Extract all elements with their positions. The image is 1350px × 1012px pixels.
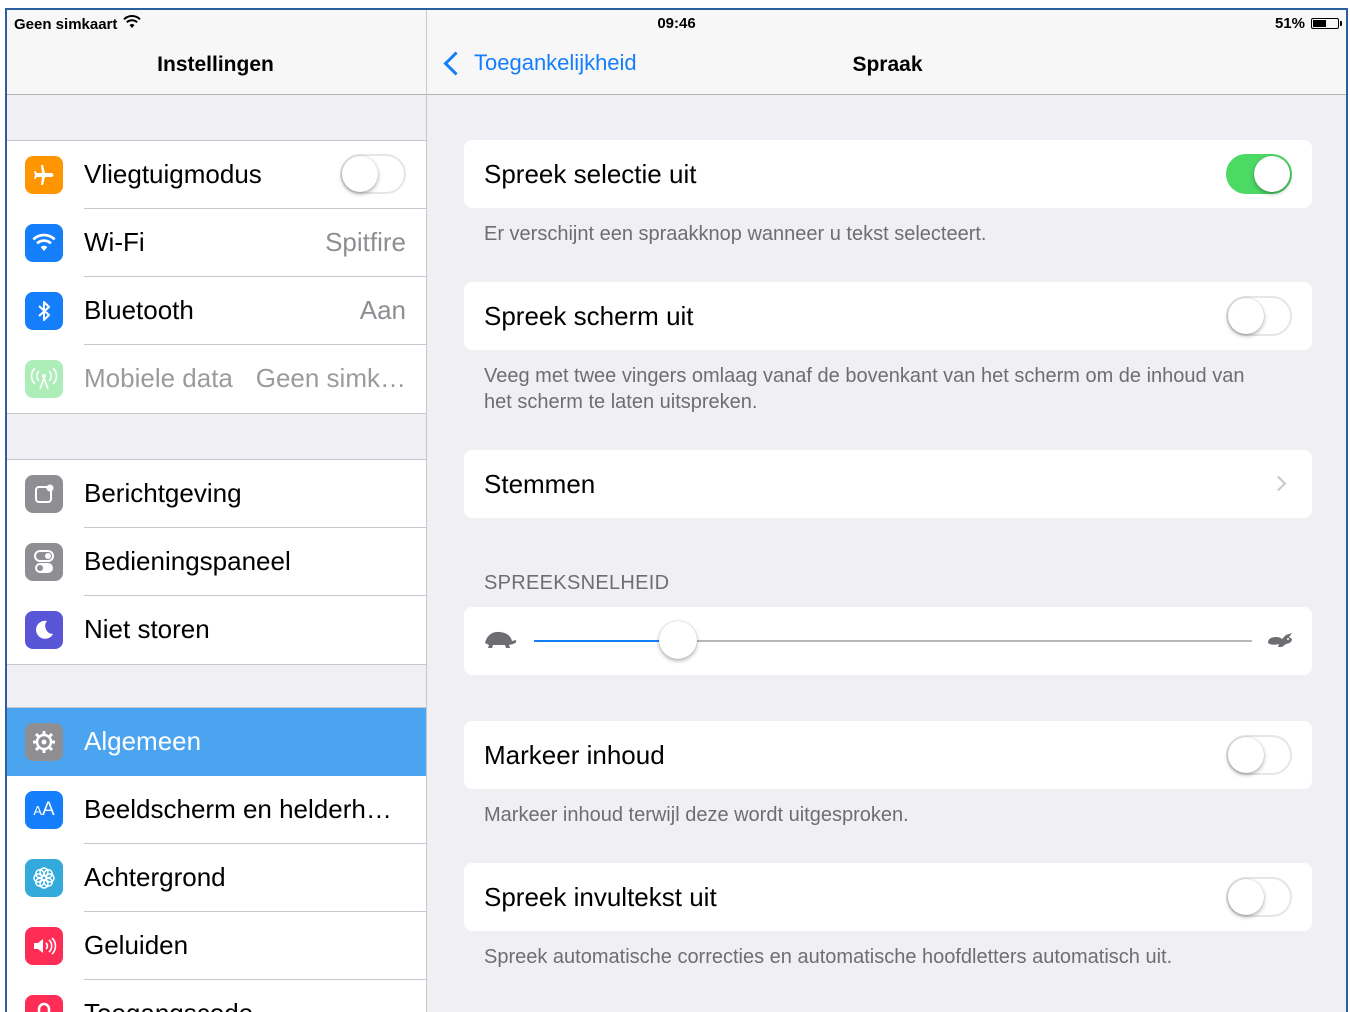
speak-autotext-toggle[interactable] <box>1226 877 1292 917</box>
speaker-icon <box>25 927 63 965</box>
speak-screen-toggle[interactable] <box>1226 296 1292 336</box>
highlight-content-toggle[interactable] <box>1226 735 1292 775</box>
sidebar-item-mobile-data[interactable]: Mobiele data Geen simk… <box>5 345 426 413</box>
battery-fill <box>1313 20 1327 27</box>
antenna-icon <box>25 360 63 398</box>
ipad-screen: Geen simkaart 09:46 51% Instellingen Vli… <box>5 8 1348 1012</box>
speak-screen-footer: Veeg met twee vingers omlaag vanaf de bo… <box>484 365 1245 413</box>
highlight-content-footer: Markeer inhoud terwijl deze wordt uitges… <box>484 804 909 826</box>
sidebar-item-label: Achtergrond <box>84 862 226 892</box>
toggle-knob <box>1254 156 1290 192</box>
toggle-knob <box>1228 298 1264 334</box>
wallpaper-flower-icon <box>25 859 63 897</box>
speak-screen-label: Spreek scherm uit <box>484 301 694 331</box>
lock-icon <box>25 995 63 1012</box>
sidebar-item-notifications[interactable]: Berichtgeving <box>5 460 426 528</box>
display-icon-glyph: A <box>41 799 55 820</box>
highlight-content-label: Markeer inhoud <box>484 740 665 770</box>
battery-icon <box>1311 18 1342 29</box>
speak-selection-label: Spreek selectie uit <box>484 159 697 189</box>
sidebar-item-airplane[interactable]: Vliegtuigmodus <box>5 141 426 209</box>
voices-row[interactable]: Stemmen <box>464 450 1312 518</box>
sidebar-item-label: Algemeen <box>84 726 202 756</box>
sidebar-item-label: Berichtgeving <box>84 478 242 508</box>
display-brightness-icon: AA <box>25 791 63 829</box>
sidebar-item-wifi[interactable]: Wi-Fi Spitfire <box>5 209 426 277</box>
mobile-data-value: Geen simk… <box>255 363 406 393</box>
sidebar-item-label: Geluiden <box>84 930 189 960</box>
status-time: 09:46 <box>657 15 696 32</box>
voices-label: Stemmen <box>484 469 596 499</box>
sidebar-item-general[interactable]: Algemeen <box>5 708 426 776</box>
sidebar-item-do-not-disturb[interactable]: Niet storen <box>5 596 426 664</box>
turtle-icon <box>482 629 518 656</box>
speak-autotext-row: Spreek invultekst uit <box>464 863 1312 931</box>
hare-icon <box>1264 627 1294 656</box>
airplane-icon <box>25 156 63 194</box>
speak-autotext-footer: Spreek automatische correcties en automa… <box>484 946 1173 968</box>
sidebar-item-bluetooth[interactable]: Bluetooth Aan <box>5 277 426 345</box>
toggle-knob <box>1228 879 1264 915</box>
settings-group-notifications: Berichtgeving Bedieningspaneel Niet stor… <box>5 459 426 665</box>
bluetooth-icon <box>25 292 63 330</box>
bluetooth-status-value: Aan <box>359 295 406 325</box>
highlight-content-row: Markeer inhoud <box>464 721 1312 789</box>
display-icon-glyph: A <box>33 802 42 818</box>
speak-selection-toggle[interactable] <box>1226 154 1292 194</box>
sidebar-item-sounds[interactable]: Geluiden <box>5 912 426 980</box>
status-bar: Geen simkaart 09:46 51% <box>5 8 1348 40</box>
speaking-rate-row <box>464 607 1312 675</box>
wifi-network-value: Spitfire <box>325 227 406 257</box>
sidebar-item-label: Toegangscode <box>84 998 253 1012</box>
sidebar-item-display-brightness[interactable]: AA Beeldscherm en helderh… <box>5 776 426 844</box>
sidebar-item-label: Beeldscherm en helderh… <box>84 794 392 824</box>
settings-group-connectivity: Vliegtuigmodus Wi-Fi Spitfire Bluetooth … <box>5 140 426 414</box>
settings-group-general: Algemeen AA Beeldscherm en helderh… Acht… <box>5 707 426 1012</box>
sidebar-item-label: Wi-Fi <box>84 227 145 257</box>
moon-icon <box>25 611 63 649</box>
sidebar-item-label: Mobiele data <box>84 363 233 393</box>
control-center-icon <box>25 543 63 581</box>
speaking-rate-header: SPREEKSNELHEID <box>484 572 670 594</box>
sidebar-item-wallpaper[interactable]: Achtergrond <box>5 844 426 912</box>
settings-sidebar: Instellingen Vliegtuigmodus Wi-Fi Spitfi… <box>5 8 427 1012</box>
rate-slider-track-filled <box>534 640 678 642</box>
sidebar-item-label: Vliegtuigmodus <box>84 159 262 189</box>
rate-slider-track <box>677 640 1252 642</box>
wifi-icon <box>25 224 63 262</box>
sidebar-item-label: Bluetooth <box>84 295 194 325</box>
speak-selection-footer: Er verschijnt een spraakknop wanneer u t… <box>484 223 987 245</box>
airplane-mode-toggle[interactable] <box>340 154 406 194</box>
sidebar-title: Instellingen <box>157 53 274 76</box>
notifications-icon <box>25 475 63 513</box>
speech-settings-panel: Toegankelijkheid Spraak Spreek selectie … <box>427 8 1348 1012</box>
battery-percent: 51% <box>1274 15 1305 32</box>
status-right: 51% <box>1274 15 1342 32</box>
toggle-knob <box>1228 737 1264 773</box>
gear-icon <box>25 723 63 761</box>
toggle-knob <box>342 156 378 192</box>
sidebar-item-label: Bedieningspaneel <box>84 546 291 576</box>
sidebar-item-label: Niet storen <box>84 614 210 644</box>
speak-screen-row: Spreek scherm uit <box>464 282 1312 350</box>
rate-slider-thumb[interactable] <box>658 621 697 659</box>
sidebar-item-passcode[interactable]: Toegangscode <box>5 980 426 1012</box>
speak-selection-row: Spreek selectie uit <box>464 140 1312 208</box>
sidebar-item-control-center[interactable]: Bedieningspaneel <box>5 528 426 596</box>
chevron-right-icon <box>1270 475 1287 492</box>
speak-autotext-label: Spreek invultekst uit <box>484 882 717 912</box>
page-title: Spraak <box>852 53 923 76</box>
